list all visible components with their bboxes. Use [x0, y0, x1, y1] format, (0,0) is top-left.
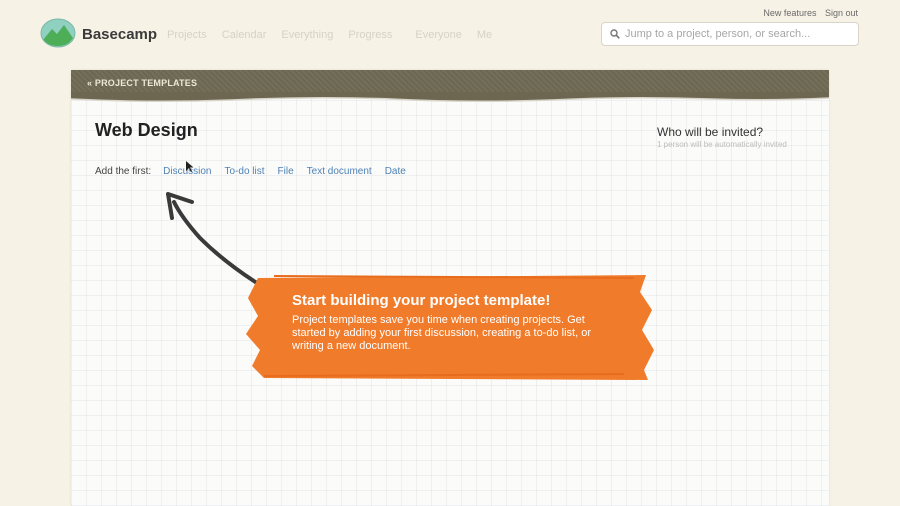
template-title[interactable]: Web Design	[95, 120, 198, 141]
add-first-label: Add the first:	[95, 166, 152, 177]
nav-projects[interactable]: Projects	[167, 29, 207, 41]
nav-me[interactable]: Me	[477, 29, 492, 41]
account-links: New features Sign out	[757, 8, 858, 18]
invite-heading[interactable]: Who will be invited?	[657, 125, 763, 139]
add-text-document-link[interactable]: Text document	[307, 166, 372, 177]
new-features-link[interactable]: New features	[763, 8, 816, 18]
brand-name[interactable]: Basecamp	[82, 26, 157, 43]
main-nav: Projects Calendar Everything Progress Ev…	[167, 29, 507, 41]
torn-edge	[71, 92, 829, 103]
callout-body: Project templates save you time when cre…	[292, 314, 591, 352]
nav-everyone[interactable]: Everyone	[415, 29, 461, 41]
search-icon	[610, 29, 620, 39]
mouse-cursor-icon	[186, 161, 194, 172]
add-first-bar: Add the first: Discussion To-do list Fil…	[95, 166, 419, 177]
nav-progress[interactable]: Progress	[348, 29, 392, 41]
callout-title: Start building your project template!	[292, 292, 551, 309]
top-navigation-bar: Basecamp Projects Calendar Everything Pr…	[0, 0, 900, 68]
add-todo-list-link[interactable]: To-do list	[225, 166, 265, 177]
add-file-link[interactable]: File	[278, 166, 294, 177]
search-input[interactable]	[625, 28, 845, 40]
add-date-link[interactable]: Date	[385, 166, 406, 177]
sign-out-link[interactable]: Sign out	[825, 8, 858, 18]
nav-everything[interactable]: Everything	[281, 29, 333, 41]
invite-subtext: 1 person will be automatically invited	[657, 140, 787, 149]
nav-calendar[interactable]: Calendar	[222, 29, 267, 41]
project-templates-link[interactable]: « PROJECT TEMPLATES	[87, 78, 197, 88]
search-box[interactable]	[601, 22, 859, 46]
basecamp-logo-icon[interactable]	[40, 18, 76, 48]
